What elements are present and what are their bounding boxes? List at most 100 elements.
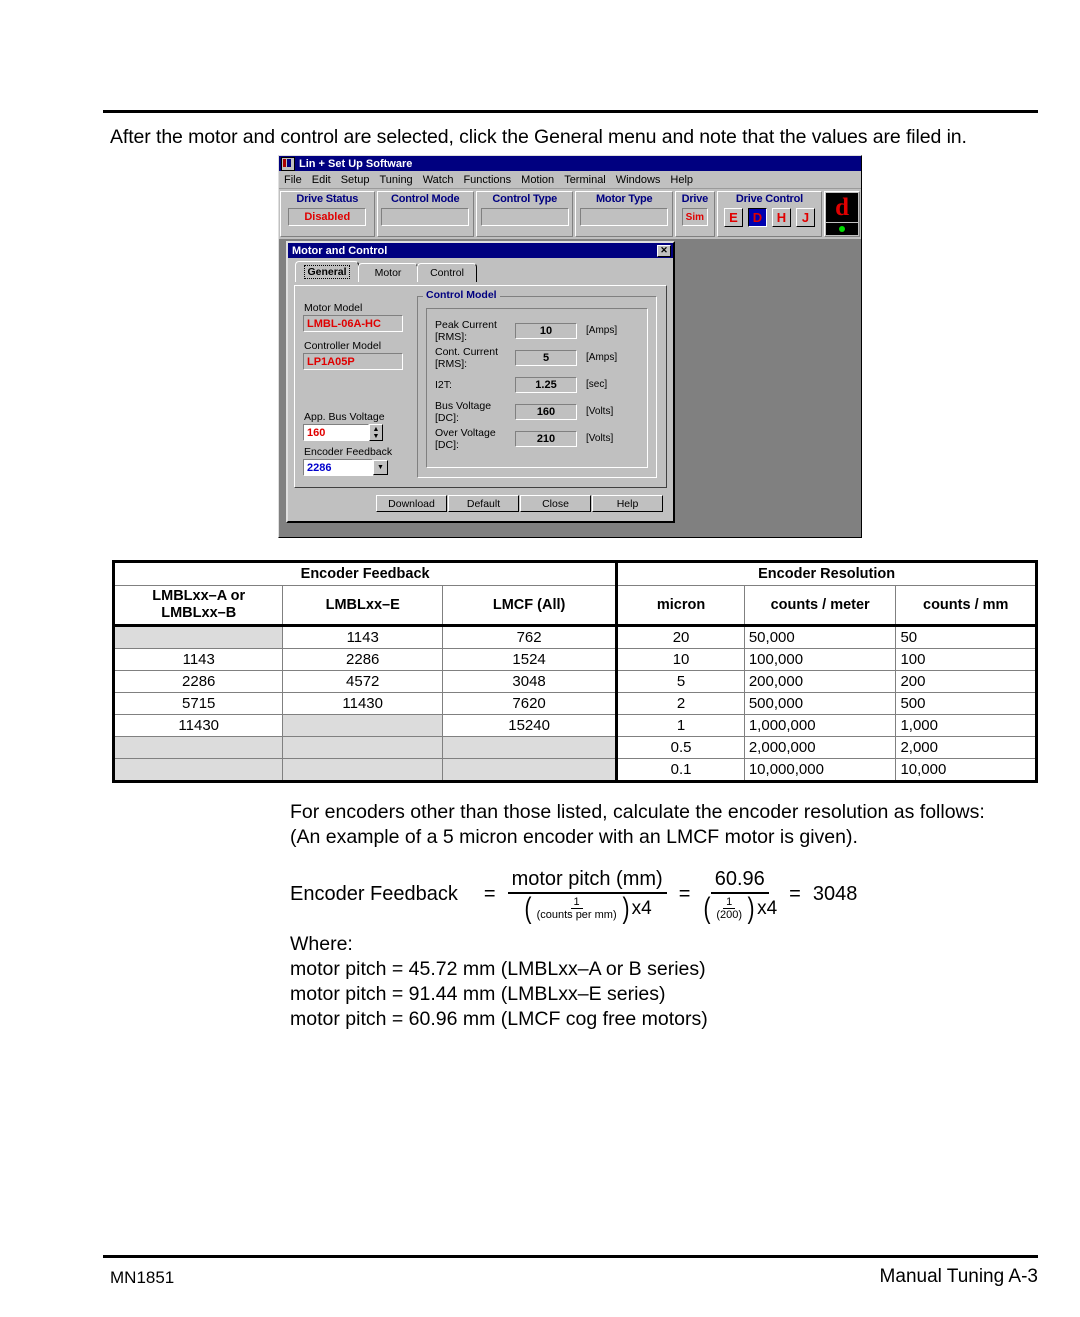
- default-button[interactable]: Default: [448, 495, 519, 512]
- tab-general[interactable]: General: [295, 261, 359, 282]
- drive-status-value: Disabled: [288, 208, 367, 226]
- cont-current-unit: [Amps]: [586, 352, 618, 363]
- status-toolbar: Drive Status Disabled Control Mode Contr…: [279, 189, 861, 239]
- formula-fraction-example: 60.96 ( 1 (200) ) x4: [702, 868, 778, 923]
- drive-control-button-group: E D H J: [723, 208, 815, 227]
- motor-type-value: [580, 208, 669, 226]
- close-button[interactable]: Close: [520, 495, 591, 512]
- formula-equals-1: =: [483, 883, 496, 905]
- formula-numerator-example: 60.96: [710, 868, 769, 894]
- cell-micron: 20: [615, 625, 745, 649]
- formula-denominator-general: ( 1 (counts per mm) ) x4: [523, 891, 652, 925]
- cell-counts-mm: 100: [895, 648, 1038, 671]
- menu-item-functions[interactable]: Functions: [463, 174, 511, 186]
- drive-control-button-e[interactable]: E: [723, 208, 743, 227]
- peak-current-unit: [Amps]: [586, 325, 618, 336]
- formula-equals-3: =: [789, 883, 801, 905]
- tab-motor[interactable]: Motor: [358, 263, 418, 282]
- menu-item-windows[interactable]: Windows: [616, 174, 661, 186]
- tab-control[interactable]: Control: [417, 263, 477, 282]
- col-header-micron: micron: [615, 585, 745, 627]
- cell-e: [282, 758, 443, 783]
- table-row: 1143 762 20 50,000 50: [111, 625, 1038, 649]
- menu-item-setup[interactable]: Setup: [341, 174, 370, 186]
- cell-a-or-b: 5715: [111, 692, 284, 715]
- cell-e: 11430: [282, 692, 443, 715]
- table-column-header-row: LMBLxx–A or LMBLxx–B LMBLxx–E LMCF (All)…: [111, 585, 1038, 627]
- menu-item-file[interactable]: File: [284, 174, 302, 186]
- motor-and-control-dialog: Motor and Control ✕ General Motor Contro…: [286, 241, 675, 523]
- menu-item-edit[interactable]: Edit: [312, 174, 331, 186]
- motor-model-label: Motor Model: [304, 302, 363, 314]
- cell-a-or-b: 11430: [111, 714, 284, 737]
- cell-e: 4572: [282, 670, 443, 693]
- where-line-2: motor pitch = 91.44 mm (LMBLxx–E series): [290, 983, 666, 1005]
- formula-inner-fraction-general: 1 (counts per mm): [534, 896, 620, 921]
- over-voltage-dc-label: Over Voltage [DC]:: [435, 426, 496, 451]
- menu-item-tuning[interactable]: Tuning: [379, 174, 412, 186]
- window-titlebar: Lin + Set Up Software: [279, 156, 861, 171]
- group-header-encoder-resolution: Encoder Resolution: [615, 560, 1038, 586]
- col-header-line1: LMBLxx–A or: [152, 588, 246, 604]
- where-label: Where:: [290, 933, 353, 955]
- app-icon: [281, 156, 295, 171]
- table-row: 5715 11430 7620 2 500,000 500: [111, 692, 1038, 715]
- formula-inner-denominator: (counts per mm): [536, 909, 617, 921]
- encoder-feedback-combobox[interactable]: 2286 ▼: [303, 459, 388, 476]
- drive-label: Drive: [681, 193, 709, 205]
- led-character-display: d: [826, 193, 859, 222]
- led-indicator-panel: d: [824, 191, 861, 237]
- cell-counts-mm: 2,000: [895, 736, 1038, 759]
- cell-a-or-b: 1143: [111, 648, 284, 671]
- menu-item-watch[interactable]: Watch: [423, 174, 454, 186]
- drive-control-button-j[interactable]: J: [795, 208, 815, 227]
- spinner-up-icon: ▲: [372, 425, 380, 433]
- paren-close-icon: ): [622, 891, 630, 925]
- explanatory-paragraph: For encoders other than those listed, ca…: [290, 800, 1010, 850]
- spinner-icon[interactable]: ▲ ▼: [369, 424, 383, 441]
- header-rule: [103, 110, 1038, 113]
- bus-voltage-dc-label: Bus Voltage [DC]:: [435, 399, 492, 424]
- table-row: 0.5 2,000,000 2,000: [111, 736, 1038, 759]
- drive-control-button-h[interactable]: H: [771, 208, 791, 227]
- formula-numerator-general: motor pitch (mm): [507, 868, 667, 894]
- app-bus-voltage-input[interactable]: 160: [303, 424, 369, 441]
- formula-multiplier-example: x4: [757, 897, 778, 919]
- table-row: 1143 2286 1524 10 100,000 100: [111, 648, 1038, 671]
- tab-control-label: Control: [430, 267, 464, 279]
- bus-voltage-dc-unit: [Volts]: [586, 406, 614, 417]
- menu-item-terminal[interactable]: Terminal: [564, 174, 606, 186]
- mdi-client-area: Motor and Control ✕ General Motor Contro…: [279, 239, 861, 537]
- menu-item-help[interactable]: Help: [670, 174, 693, 186]
- led-status-lamp: [826, 223, 859, 235]
- where-line-3: motor pitch = 60.96 mm (LMCF cog free mo…: [290, 1008, 708, 1030]
- controller-model-label: Controller Model: [304, 340, 382, 352]
- col-header-line2: LMBLxx–B: [161, 605, 237, 621]
- footer-rule: [103, 1255, 1038, 1258]
- cont-current-value: 5: [515, 349, 577, 366]
- help-button[interactable]: Help: [592, 495, 663, 512]
- para-line-1: For encoders other than those listed, ca…: [290, 801, 985, 823]
- table-row: Bus Voltage [DC]: 160 [Volts]: [435, 400, 643, 424]
- chevron-down-icon[interactable]: ▼: [373, 460, 388, 475]
- close-icon[interactable]: ✕: [657, 244, 671, 257]
- app-bus-voltage-label: App. Bus Voltage: [304, 411, 385, 423]
- menu-item-motion[interactable]: Motion: [521, 174, 554, 186]
- col-header-counts-meter: counts / meter: [743, 585, 897, 627]
- table-row: 11430 15240 1 1,000,000 1,000: [111, 714, 1038, 737]
- drive-control-button-d[interactable]: D: [747, 208, 767, 227]
- encoder-feedback-value[interactable]: 2286: [303, 459, 373, 476]
- control-model-title: Control Model: [423, 289, 500, 301]
- where-line-1: motor pitch = 45.72 mm (LMBLxx–A or B se…: [290, 958, 706, 980]
- table-group-header-row: Encoder Feedback Encoder Resolution: [111, 560, 1038, 586]
- motor-type-panel: Motor Type: [575, 191, 673, 237]
- encoder-feedback-formula: Encoder Feedback = motor pitch (mm) ( 1 …: [290, 868, 857, 925]
- control-mode-panel: Control Mode: [376, 191, 474, 237]
- download-button[interactable]: Download: [376, 495, 447, 512]
- cell-counts-mm: 10,000: [895, 758, 1038, 783]
- group-header-encoder-feedback: Encoder Feedback: [111, 560, 618, 586]
- control-type-value: [480, 208, 569, 226]
- cell-micron: 0.5: [615, 736, 745, 759]
- cell-counts-meter: 2,000,000: [743, 736, 897, 759]
- over-voltage-dc-unit: [Volts]: [586, 433, 614, 444]
